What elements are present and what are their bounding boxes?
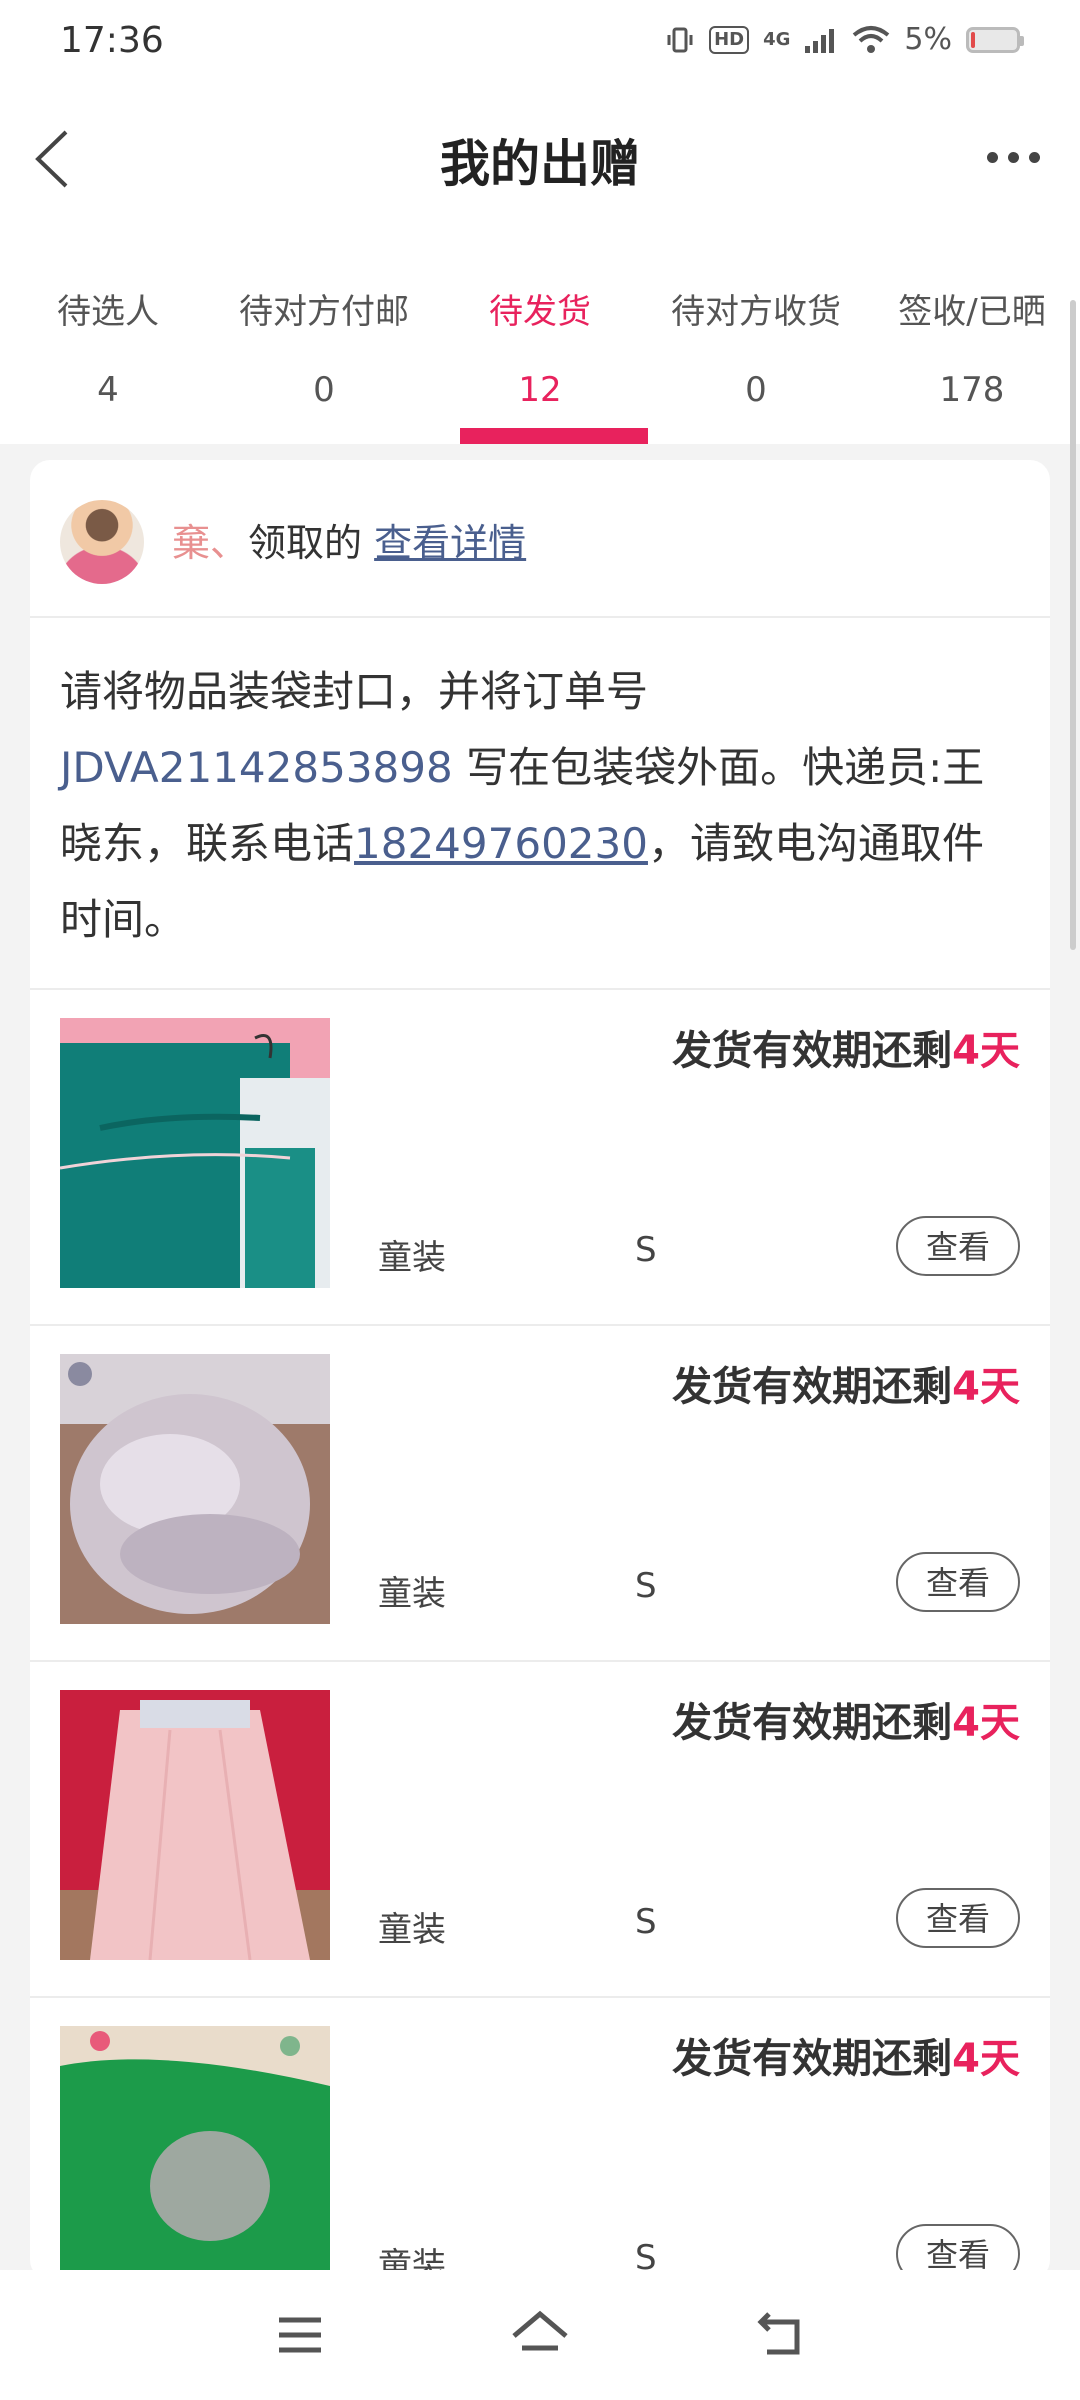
- item-photo[interactable]: [60, 1018, 330, 1288]
- menu-icon[interactable]: [275, 2310, 325, 2360]
- claimer-text: 棄、领取的 查看详情: [172, 512, 526, 567]
- courier-phone-link[interactable]: 18249760230: [354, 819, 648, 868]
- system-nav-bar: [0, 2270, 1080, 2400]
- avatar[interactable]: [60, 500, 144, 584]
- hd-icon: HD: [709, 25, 750, 54]
- tab-count: 4: [97, 370, 119, 410]
- view-button[interactable]: 查看: [896, 1552, 1020, 1612]
- notice-text: 请将物品装袋封口，并将订单号: [60, 667, 649, 716]
- claimed-label: 领取的: [248, 521, 363, 565]
- order-card: 棄、领取的 查看详情 请将物品装袋封口，并将订单号 JDVA2114285389…: [30, 460, 1050, 2280]
- list-item[interactable]: 发货有效期还剩4天 童装 S 查看: [30, 1998, 1050, 2280]
- tab-count: 0: [313, 370, 335, 410]
- cellular-signal-icon: [805, 28, 835, 53]
- status-time: 17:36: [60, 20, 164, 61]
- home-icon[interactable]: [510, 2310, 570, 2360]
- item-category: 童装: [378, 1238, 446, 1278]
- page-title: 我的出赠: [440, 135, 640, 193]
- tab-count: 178: [939, 370, 1005, 410]
- shipping-notice: 请将物品装袋封口，并将订单号 JDVA21142853898 写在包装袋外面。快…: [30, 618, 1050, 990]
- tab-count: 0: [745, 370, 767, 410]
- item-photo[interactable]: [60, 2026, 330, 2280]
- tab-label: 待选人: [57, 292, 159, 332]
- item-size: S: [635, 1566, 657, 1606]
- status-tabs: 待选人 4 待对方付邮 0 待发货 12 待对方收货 0 签收/已晒 178: [0, 234, 1080, 444]
- tab-label: 签收/已晒: [898, 292, 1046, 332]
- list-item[interactable]: 发货有效期还剩4天 童装 S 查看: [30, 1326, 1050, 1662]
- status-bar: 17:36 HD 4G 5%: [0, 0, 1080, 84]
- more-options-icon[interactable]: [987, 152, 1040, 163]
- item-category: 童装: [378, 1574, 446, 1614]
- battery-percent: 5%: [904, 22, 952, 57]
- battery-icon: [966, 26, 1024, 53]
- app-header: 我的出赠: [0, 84, 1080, 234]
- tab-label: 待对方付邮: [239, 292, 409, 332]
- tab-pending-ship[interactable]: 待发货 12: [432, 234, 648, 444]
- ship-deadline: 发货有效期还剩4天: [672, 1700, 1020, 1746]
- item-size: S: [635, 1230, 657, 1270]
- tab-pending-postage[interactable]: 待对方付邮 0: [216, 234, 432, 444]
- view-button[interactable]: 查看: [896, 1888, 1020, 1948]
- list-item[interactable]: 发货有效期还剩4天 童装 S 查看: [30, 990, 1050, 1326]
- ship-deadline: 发货有效期还剩4天: [672, 2036, 1020, 2082]
- wifi-icon: [853, 25, 890, 53]
- item-category: 童装: [378, 1910, 446, 1950]
- claimer-row: 棄、领取的 查看详情: [30, 460, 1050, 618]
- item-size: S: [635, 1902, 657, 1942]
- tab-count: 12: [518, 370, 562, 410]
- list-item[interactable]: 发货有效期还剩4天 童装 S 查看: [30, 1662, 1050, 1998]
- item-photo[interactable]: [60, 1690, 330, 1960]
- claimer-nickname[interactable]: 棄、: [172, 521, 248, 565]
- item-photo[interactable]: [60, 1354, 330, 1624]
- view-button[interactable]: 查看: [896, 1216, 1020, 1276]
- vibrate-icon: [667, 27, 693, 52]
- status-icons: HD 4G 5%: [665, 22, 1024, 57]
- active-tab-indicator: [460, 428, 648, 444]
- tab-label: 待对方收货: [671, 292, 841, 332]
- view-details-link[interactable]: 查看详情: [374, 521, 526, 565]
- ship-deadline: 发货有效期还剩4天: [672, 1028, 1020, 1074]
- order-number: JDVA21142853898: [60, 743, 453, 792]
- tab-pending-receive[interactable]: 待对方收货 0: [648, 234, 864, 444]
- network-type: 4G: [763, 29, 791, 50]
- tab-pending-select[interactable]: 待选人 4: [0, 234, 216, 444]
- ship-deadline: 发货有效期还剩4天: [672, 1364, 1020, 1410]
- tab-label: 待发货: [489, 292, 591, 332]
- scrollbar[interactable]: [1070, 300, 1076, 950]
- tab-received-shared[interactable]: 签收/已晒 178: [864, 234, 1080, 444]
- back-nav-icon[interactable]: [755, 2310, 805, 2360]
